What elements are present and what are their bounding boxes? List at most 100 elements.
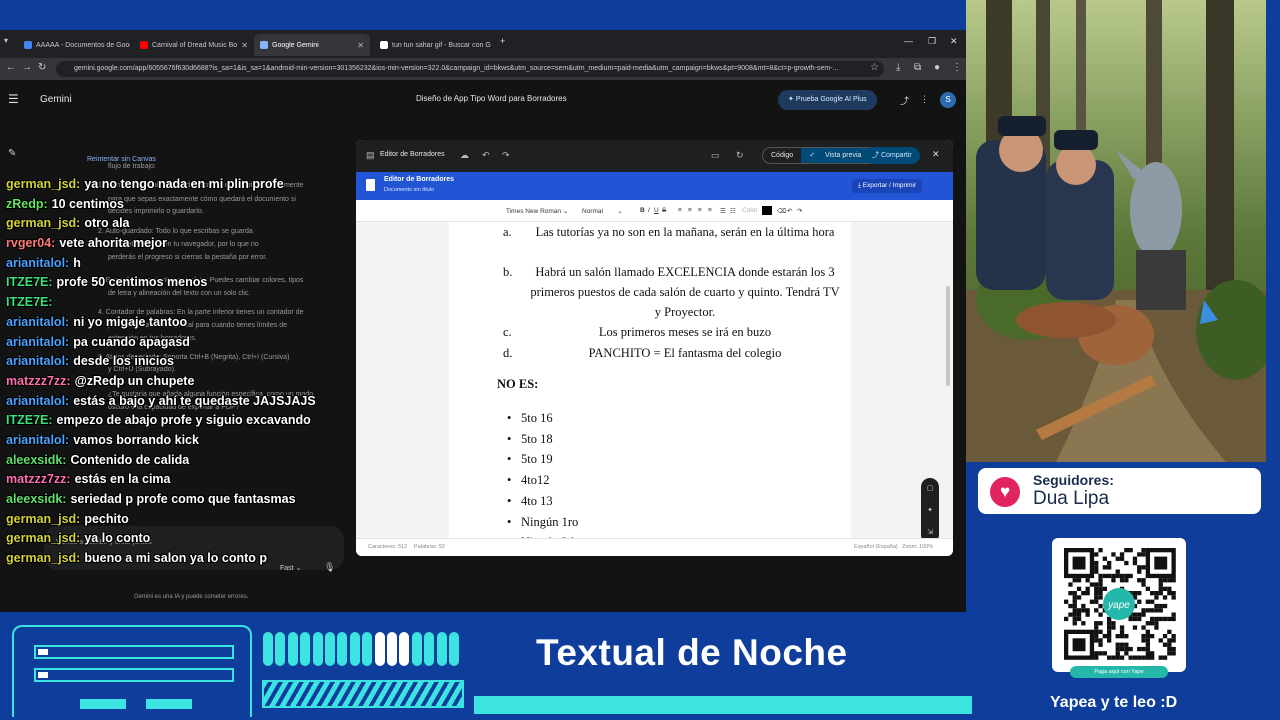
retry-without-canvas-link[interactable]: Reintentar sin Canvas bbox=[87, 156, 156, 163]
chat-username: aleexsidk: bbox=[6, 452, 67, 467]
overlay-tick bbox=[275, 632, 286, 666]
forward-icon[interactable]: → bbox=[22, 62, 32, 73]
doc-bullet-item: Ningún 1ro bbox=[507, 512, 578, 532]
hamburger-menu-icon[interactable]: ☰ bbox=[8, 92, 19, 106]
chat-text: profe 50 centimos menos bbox=[56, 275, 208, 290]
chat-text: Contenido de calida bbox=[70, 452, 190, 467]
refresh-icon[interactable]: ↻ bbox=[736, 150, 744, 161]
export-print-button[interactable]: ⤓ Exportar / Imprimir bbox=[852, 179, 923, 193]
browser-tab-label: Carnival of Dread Music Bo bbox=[152, 41, 238, 49]
overlay-tick-row bbox=[263, 632, 463, 666]
editor-status-bar: Caracteres: 512 Palabras: 92 Español (Es… bbox=[356, 538, 953, 556]
chat-username: german_jsd: bbox=[6, 551, 81, 566]
align-left-icon[interactable]: ≡ bbox=[678, 207, 682, 214]
close-tab-icon[interactable]: ✕ bbox=[357, 41, 364, 50]
gemini-header: ☰ Gemini Diseño de App Tipo Word para Bo… bbox=[0, 80, 966, 120]
profile-icon[interactable]: ● bbox=[934, 62, 940, 73]
extensions-icon[interactable]: ⧉ bbox=[914, 62, 921, 73]
sparkle-icon[interactable]: ✦ bbox=[921, 500, 939, 522]
bold-button[interactable]: B bbox=[640, 207, 645, 214]
chat-message: rvger04: vete ahorita mejor bbox=[6, 236, 346, 256]
doc-file-icon bbox=[366, 179, 375, 191]
numbered-list-icon[interactable]: ☷ bbox=[730, 207, 736, 215]
overlay-tick bbox=[300, 632, 311, 666]
clear-format-icon[interactable]: ⌫ bbox=[777, 207, 786, 215]
url-input[interactable]: gemini.google.com/app/6055676f630d6688?i… bbox=[56, 61, 884, 77]
browser-tab[interactable]: Carnival of Dread Music Bo ✕ bbox=[134, 34, 250, 56]
document-status: Documento sin título bbox=[384, 187, 435, 193]
chat-username: german_jsd: bbox=[6, 531, 81, 546]
chat-text: empezo de abajo profe y siguio excavando bbox=[56, 413, 311, 428]
document-page[interactable]: a. Las tutorías ya no son en la mañana, s… bbox=[449, 222, 851, 552]
chat-message: german_jsd: ya lo conto bbox=[6, 531, 346, 551]
browser-tab[interactable]: Google Gemini ✕ bbox=[254, 34, 370, 56]
maximize-icon[interactable]: ❐ bbox=[928, 36, 936, 47]
font-select[interactable]: Times New Roman ⌄ bbox=[506, 207, 568, 215]
new-chat-icon[interactable]: ✎ bbox=[8, 148, 16, 159]
chat-message: matzzz7zz: @zRedp un chupete bbox=[6, 374, 346, 394]
strikethrough-button[interactable]: S bbox=[662, 207, 666, 214]
minimize-icon[interactable]: — bbox=[904, 36, 913, 46]
browser-tab[interactable]: tun tun sahar gif - Buscar con G✕ bbox=[374, 34, 494, 56]
chat-text: @zRedp un chupete bbox=[74, 373, 195, 388]
redo-icon[interactable]: ↷ bbox=[502, 150, 510, 161]
download-icon[interactable]: ⤓ bbox=[896, 62, 900, 73]
present-icon[interactable]: ▭ bbox=[711, 150, 720, 161]
meme-image bbox=[966, 0, 1266, 462]
close-canvas-icon[interactable]: ✕ bbox=[932, 149, 940, 160]
heart-icon: ♥ bbox=[990, 477, 1020, 507]
new-tab-button[interactable]: + bbox=[500, 36, 505, 46]
reload-icon[interactable]: ↻ bbox=[38, 62, 46, 73]
followers-card: ♥ Seguidores: Dua Lipa bbox=[978, 468, 1261, 514]
back-icon[interactable]: ← bbox=[6, 62, 16, 73]
chat-message: ITZE7E: bbox=[6, 295, 346, 315]
overlay-bottom-strip bbox=[474, 696, 972, 714]
overlay-bar-2 bbox=[34, 668, 234, 682]
chat-text: estás a bajo y ahí te quedaste JAJSJAJS bbox=[73, 393, 316, 408]
bookmark-star-icon[interactable]: ☆ bbox=[870, 62, 879, 73]
color-swatch[interactable] bbox=[762, 206, 772, 215]
conversation-title: Diseño de App Tipo Word para Borradores bbox=[416, 94, 567, 103]
suggest-edits-icon[interactable]: ▢ bbox=[921, 478, 939, 500]
overlay-tick bbox=[263, 632, 273, 666]
chat-text: 10 centimos bbox=[51, 196, 124, 211]
tab-search-icon[interactable]: ▾ bbox=[4, 36, 8, 45]
font-select-value: Times New Roman bbox=[506, 208, 562, 215]
editor-redo-icon[interactable]: ↷ bbox=[797, 207, 802, 215]
doc-list-item: c. Los primeros meses se irá en buzo bbox=[503, 322, 843, 342]
browser-tab-label: tun tun sahar gif - Buscar con G bbox=[392, 41, 491, 49]
undo-icon[interactable]: ↶ bbox=[482, 150, 490, 161]
chat-username: matzzz7zz: bbox=[6, 373, 71, 388]
bullet-list-icon[interactable]: ☰ bbox=[720, 207, 726, 215]
browser-tab[interactable]: AAAAA - Documentos de Goog✕ bbox=[18, 34, 130, 56]
canvas-share-button[interactable]: ⤴ Compartir bbox=[864, 147, 920, 164]
align-center-icon[interactable]: ≡ bbox=[688, 207, 692, 214]
user-avatar[interactable]: S bbox=[940, 92, 956, 108]
editor-undo-icon[interactable]: ↶ bbox=[787, 207, 792, 215]
chat-message: arianitalol: pa cuando apagasd bbox=[6, 335, 346, 355]
yape-call-to-action: Yapea y te leo :D bbox=[1050, 694, 1178, 711]
close-tab-icon[interactable]: ✕ bbox=[241, 41, 248, 50]
overlay-tick bbox=[449, 632, 459, 666]
browser-tab-label: Google Gemini bbox=[272, 41, 319, 49]
chat-username: arianitalol: bbox=[6, 393, 70, 408]
chat-text: estás en la cima bbox=[74, 472, 171, 487]
browser-menu-icon[interactable]: ⋮ bbox=[952, 62, 962, 73]
share-icon[interactable]: ⤴ bbox=[900, 94, 909, 107]
more-options-icon[interactable]: ⋮ bbox=[920, 94, 929, 105]
qr-code-icon: yape bbox=[1064, 548, 1176, 660]
align-right-icon[interactable]: ≡ bbox=[698, 207, 702, 214]
align-justify-icon[interactable]: ≡ bbox=[708, 207, 712, 214]
doc-list-text: Habrá un salón llamado EXCELENCIA donde … bbox=[530, 265, 840, 319]
chat-message: aleexsidk: Contenido de calida bbox=[6, 453, 346, 473]
document-scrollbar[interactable] bbox=[946, 286, 950, 386]
style-select[interactable]: Normal ⌄ bbox=[582, 207, 623, 215]
try-ai-plus-label: Prueba Google AI Plus bbox=[795, 96, 867, 103]
close-window-icon[interactable]: ✕ bbox=[950, 36, 958, 47]
italic-button[interactable]: I bbox=[648, 207, 650, 214]
word-count: Palabras: 92 bbox=[414, 544, 445, 550]
underline-button[interactable]: U bbox=[654, 207, 659, 214]
try-ai-plus-button[interactable]: ✦ Prueba Google AI Plus bbox=[778, 90, 877, 110]
code-tab[interactable]: Código bbox=[763, 148, 801, 163]
style-select-value: Normal bbox=[582, 208, 603, 215]
